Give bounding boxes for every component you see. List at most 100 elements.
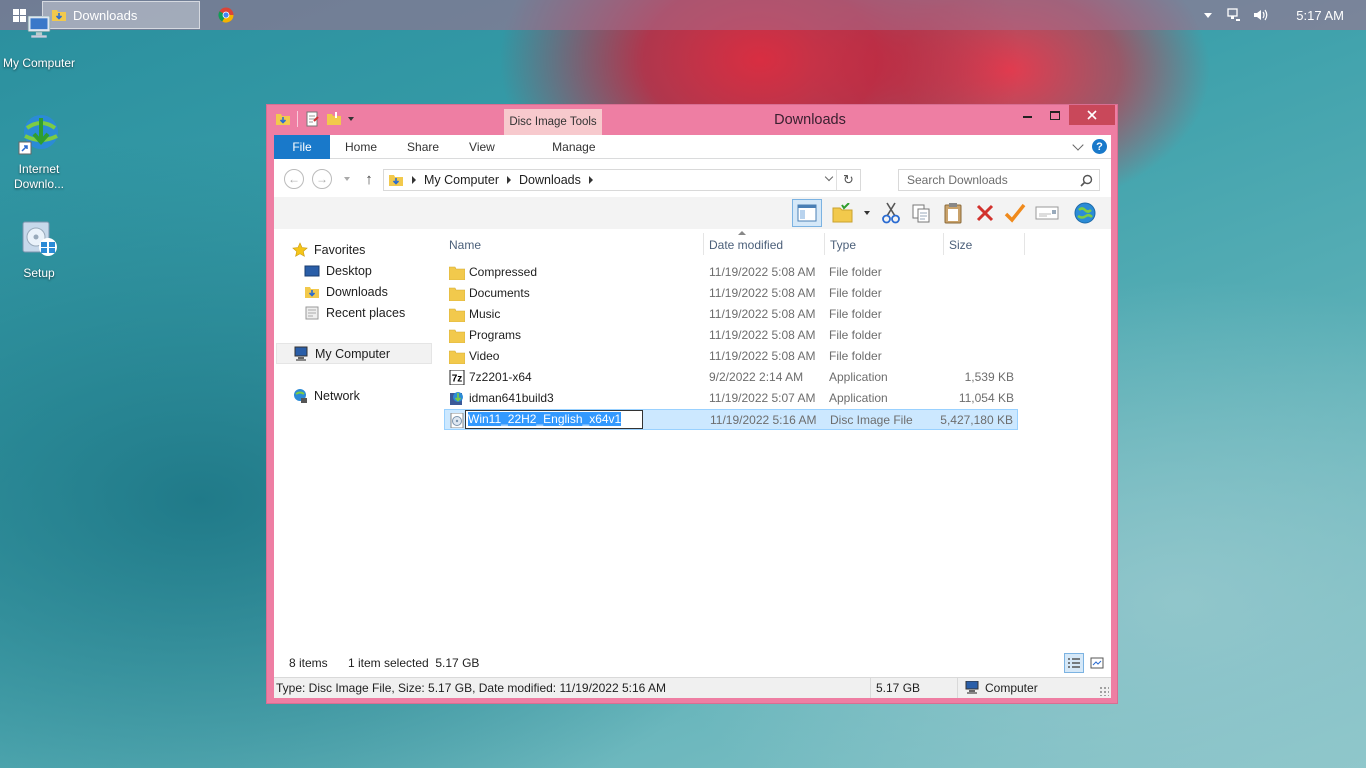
minimize-icon [1022, 116, 1032, 118]
search-icon[interactable] [1080, 174, 1093, 187]
breadcrumb-chevron-icon[interactable] [588, 176, 593, 184]
minimize-button[interactable] [1013, 105, 1041, 125]
new-folder-button[interactable] [830, 200, 856, 226]
expand-ribbon-icon[interactable] [1072, 138, 1084, 151]
globe-icon [1074, 202, 1096, 224]
system-tray: 5:17 AM [1204, 0, 1366, 30]
tab-home[interactable]: Home [330, 135, 392, 159]
arrow-up-icon: ↑ [365, 170, 373, 188]
nav-my-computer[interactable]: My Computer [276, 343, 432, 364]
desktop-icon-internet-download-manager[interactable]: Internet Downlo... [0, 112, 79, 192]
properties-button[interactable] [1034, 200, 1060, 226]
file-type: Disc Image File [830, 413, 913, 427]
delete-button[interactable] [972, 200, 998, 226]
nav-favorites[interactable]: Favorites [292, 239, 365, 260]
up-button[interactable]: ↑ [360, 169, 378, 189]
title-bar[interactable]: Disc Image Tools Downloads [267, 105, 1117, 135]
internet-options-button[interactable] [1072, 200, 1098, 226]
details-view-button[interactable] [1064, 653, 1084, 673]
explorer-window: Disc Image Tools Downloads File Home Sha… [266, 104, 1118, 704]
column-divider[interactable] [824, 233, 825, 255]
volume-icon[interactable] [1252, 7, 1268, 23]
recent-locations-dropdown-icon[interactable] [344, 177, 350, 181]
ribbon-tabs: File Home Share View Manage ? [274, 135, 1111, 159]
navigation-bar: ← → ↑ My Computer Downloads ↻ [274, 159, 1111, 197]
nav-network[interactable]: Network [292, 385, 360, 406]
close-icon [1087, 110, 1097, 120]
file-type: Application [829, 391, 888, 405]
copy-button[interactable] [908, 200, 934, 226]
column-divider[interactable] [1024, 233, 1025, 255]
new-folder-dropdown-icon[interactable] [864, 211, 870, 215]
column-header-size[interactable]: Size [949, 235, 972, 255]
file-row[interactable]: Documents 11/19/2022 5:08 AM File folder [444, 283, 1018, 304]
rename-button[interactable] [1002, 200, 1028, 226]
column-header-type[interactable]: Type [830, 235, 856, 255]
tab-share[interactable]: Share [392, 135, 454, 159]
computer-icon [294, 346, 308, 361]
file-size: 11,054 KB [958, 391, 1014, 405]
maximize-icon [1050, 110, 1060, 120]
column-header-date-modified[interactable]: Date modified [709, 235, 783, 255]
file-date: 11/19/2022 5:16 AM [710, 413, 817, 427]
forward-button[interactable]: → [312, 169, 332, 189]
tab-manage[interactable]: Manage [525, 135, 623, 159]
refresh-button[interactable]: ↻ [836, 170, 860, 190]
folder-download-icon [389, 175, 403, 186]
help-icon[interactable]: ? [1092, 139, 1107, 154]
maximize-button[interactable] [1041, 105, 1069, 125]
search-input[interactable] [907, 173, 1075, 187]
address-bar[interactable]: My Computer Downloads ↻ [383, 169, 861, 191]
column-header-name[interactable]: Name [449, 235, 481, 255]
breadcrumb-my-computer[interactable]: My Computer [424, 173, 499, 187]
large-icons-view-button[interactable] [1087, 653, 1107, 673]
show-hidden-icons-icon[interactable] [1204, 12, 1213, 18]
nav-desktop[interactable]: Desktop [304, 260, 372, 281]
paste-button[interactable] [940, 200, 966, 226]
file-date: 11/19/2022 5:08 AM [709, 286, 816, 300]
nav-label: Recent places [326, 305, 406, 320]
file-name: Music [469, 307, 501, 321]
breadcrumb-chevron-icon[interactable] [507, 176, 512, 184]
chevron-down-icon [824, 172, 834, 182]
file-row[interactable]: 7z 7z2201-x64 9/2/2022 2:14 AM Applicati… [444, 367, 1018, 388]
selected-file-details: Type: Disc Image File, Size: 5.17 GB, Da… [276, 681, 666, 695]
taskbar: Downloads 5:17 AM [0, 0, 1366, 30]
paste-icon [944, 203, 962, 224]
desktop-icon-my-computer[interactable]: My Computer [0, 15, 79, 71]
network-icon[interactable] [1226, 7, 1242, 23]
nav-recent-places[interactable]: Recent places [304, 302, 405, 323]
nav-downloads[interactable]: Downloads [304, 281, 388, 302]
address-history-dropdown[interactable] [824, 172, 834, 182]
tab-file[interactable]: File [274, 135, 330, 159]
desktop-icon-label: My Computer [2, 56, 76, 70]
cut-button[interactable] [878, 200, 904, 226]
file-date: 11/19/2022 5:08 AM [709, 307, 816, 321]
preview-pane-button[interactable] [792, 199, 822, 227]
file-name: Programs [469, 328, 522, 342]
file-date: 11/19/2022 5:07 AM [709, 391, 816, 405]
file-row[interactable]: Video 11/19/2022 5:08 AM File folder [444, 346, 1018, 367]
column-divider[interactable] [943, 233, 944, 255]
file-row[interactable]: Compressed 11/19/2022 5:08 AM File folde… [444, 262, 1018, 283]
chrome-icon[interactable] [218, 7, 234, 23]
file-list: Name Date modified Type Size Compressed … [444, 229, 1111, 659]
close-button[interactable] [1069, 105, 1115, 125]
nav-label: My Computer [315, 346, 391, 361]
back-button[interactable]: ← [284, 169, 304, 189]
breadcrumb-chevron-icon[interactable] [412, 176, 416, 184]
clock[interactable]: 5:17 AM [1296, 8, 1344, 23]
file-row-selected[interactable]: Win11_22H2_English_x64v1 11/19/2022 5:16… [444, 409, 1018, 430]
column-divider[interactable] [703, 233, 704, 255]
status-bar: 8 items 1 item selected 5.17 GB [274, 651, 1111, 675]
file-row[interactable]: idman641build3 11/19/2022 5:07 AM Applic… [444, 388, 1018, 409]
resize-grip[interactable] [1099, 686, 1109, 696]
file-row[interactable]: Programs 11/19/2022 5:08 AM File folder [444, 325, 1018, 346]
navigation-pane: Favorites Desktop Downloads Recent place… [274, 229, 434, 659]
tab-view[interactable]: View [454, 135, 510, 159]
file-row[interactable]: Music 11/19/2022 5:08 AM File folder [444, 304, 1018, 325]
rename-input[interactable]: Win11_22H2_English_x64v1 [465, 410, 643, 429]
breadcrumb-downloads[interactable]: Downloads [519, 173, 581, 187]
desktop-icon-setup[interactable]: Setup [0, 216, 79, 281]
arrow-left-icon: ← [288, 172, 300, 186]
